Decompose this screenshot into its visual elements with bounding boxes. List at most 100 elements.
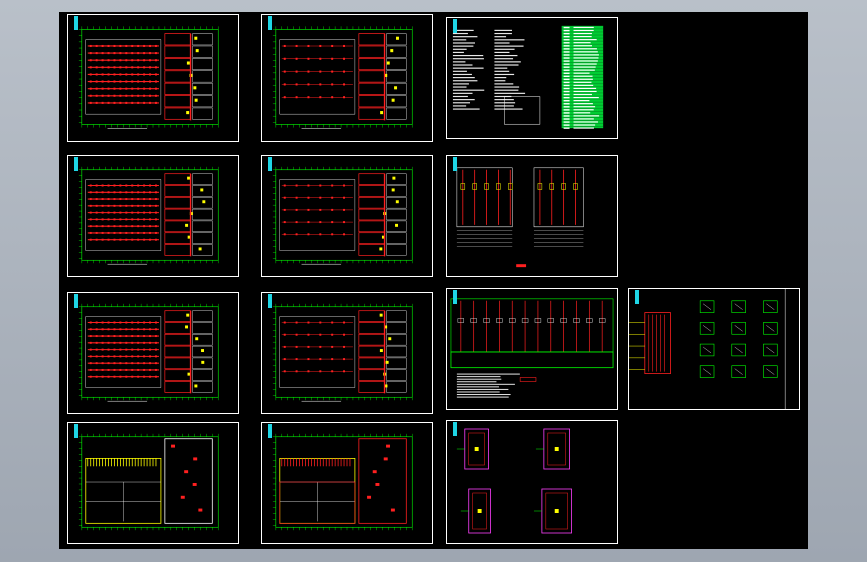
device-symbol [201,360,205,364]
room [358,381,385,393]
light-fixture [125,66,128,69]
notes-line [452,80,478,82]
light-fixture [119,184,122,187]
room [164,33,191,46]
light-fixture [107,218,110,221]
drawing-sheet-floor-plan[interactable] [261,292,433,414]
light-fixture [319,44,322,48]
device-symbol [195,337,199,341]
light-fixture [95,44,98,48]
drawing-sheet-roof-plan[interactable] [67,422,239,544]
legend-symbol [563,57,570,59]
light-fixture [125,362,128,365]
light-fixture [154,59,157,62]
drawing-sheet-floor-plan[interactable] [261,14,433,142]
light-fixture [89,80,92,83]
light-fixture [113,355,116,358]
light-fixture [283,184,286,187]
light-fixture [331,233,334,236]
light-fixture [131,52,134,55]
legend-text [573,72,590,74]
light-fixture [319,83,322,86]
light-fixture [149,348,152,351]
light-fixture [149,101,152,104]
riser-frame [533,167,584,228]
light-fixture [143,231,146,234]
light-fixture [95,204,98,207]
light-fixture [137,231,140,234]
plan-outline [81,29,219,125]
light-fixture [101,211,104,214]
light-fixture [125,238,128,241]
legend-symbol [563,112,570,114]
light-fixture [131,375,134,378]
light-fixture [137,66,140,69]
drawing-sheet-floor-plan[interactable] [67,292,239,414]
room [386,185,407,197]
drawing-sheet-detail[interactable] [446,420,618,544]
drawing-sheet-roof-plan[interactable] [261,422,433,544]
notes-line [494,32,512,35]
light-fixture [131,59,134,62]
device-symbol [395,223,399,227]
light-fixture [89,73,92,76]
room [386,244,407,256]
light-fixture [295,96,298,99]
drawing-sheet-floor-plan[interactable] [261,155,433,277]
light-fixture [149,184,152,187]
light-fixture [95,191,98,194]
light-fixture [283,83,286,86]
light-fixture [307,333,310,336]
light-fixture [125,184,128,187]
light-fixture [137,355,140,358]
device-symbol [200,188,204,192]
light-fixture [295,44,298,48]
light-fixture [137,238,140,241]
light-fixture [149,211,152,214]
light-fixture [119,204,122,207]
notes-line [494,108,523,110]
drawing-sheet-floor-plan[interactable] [67,155,239,277]
light-fixture [89,362,92,365]
light-fixture [149,375,152,378]
notes-line [494,45,524,47]
light-fixture [131,80,134,83]
light-fixture [131,321,134,324]
drawing-sheet-legend[interactable] [446,17,618,139]
light-fixture [107,101,110,104]
light-fixture [154,238,157,241]
legend-text [573,75,593,77]
light-fixture [149,59,152,62]
legend-text [573,124,596,126]
room [358,70,385,83]
drawing-sheet-floor-plan[interactable] [67,14,239,142]
light-fixture [143,204,146,207]
device-symbol [184,470,189,474]
busbar-table [450,351,614,369]
light-fixture [107,328,110,331]
light-fixture [149,341,152,344]
light-fixture [89,52,92,55]
legend-symbol [563,72,570,74]
legend-symbol [563,93,570,96]
room [358,58,385,71]
room [164,173,191,185]
light-fixture [143,87,146,90]
light-fixture [283,333,286,336]
room [192,70,213,83]
light-fixture [113,225,116,228]
light-fixture [119,355,122,358]
cad-model-space[interactable] [59,12,808,549]
light-fixture [101,348,104,351]
light-fixture [119,94,122,97]
drawing-sheet-system-diagram[interactable] [628,288,800,410]
device-symbol [171,444,175,448]
light-fixture [137,341,140,344]
drawing-sheet-panel-schedule[interactable] [446,288,618,410]
room [386,381,407,393]
legend-text [573,42,591,44]
drawing-sheet-riser[interactable] [446,155,618,277]
light-fixture [107,375,110,378]
notes-line [456,391,500,393]
legend-text [573,39,597,41]
